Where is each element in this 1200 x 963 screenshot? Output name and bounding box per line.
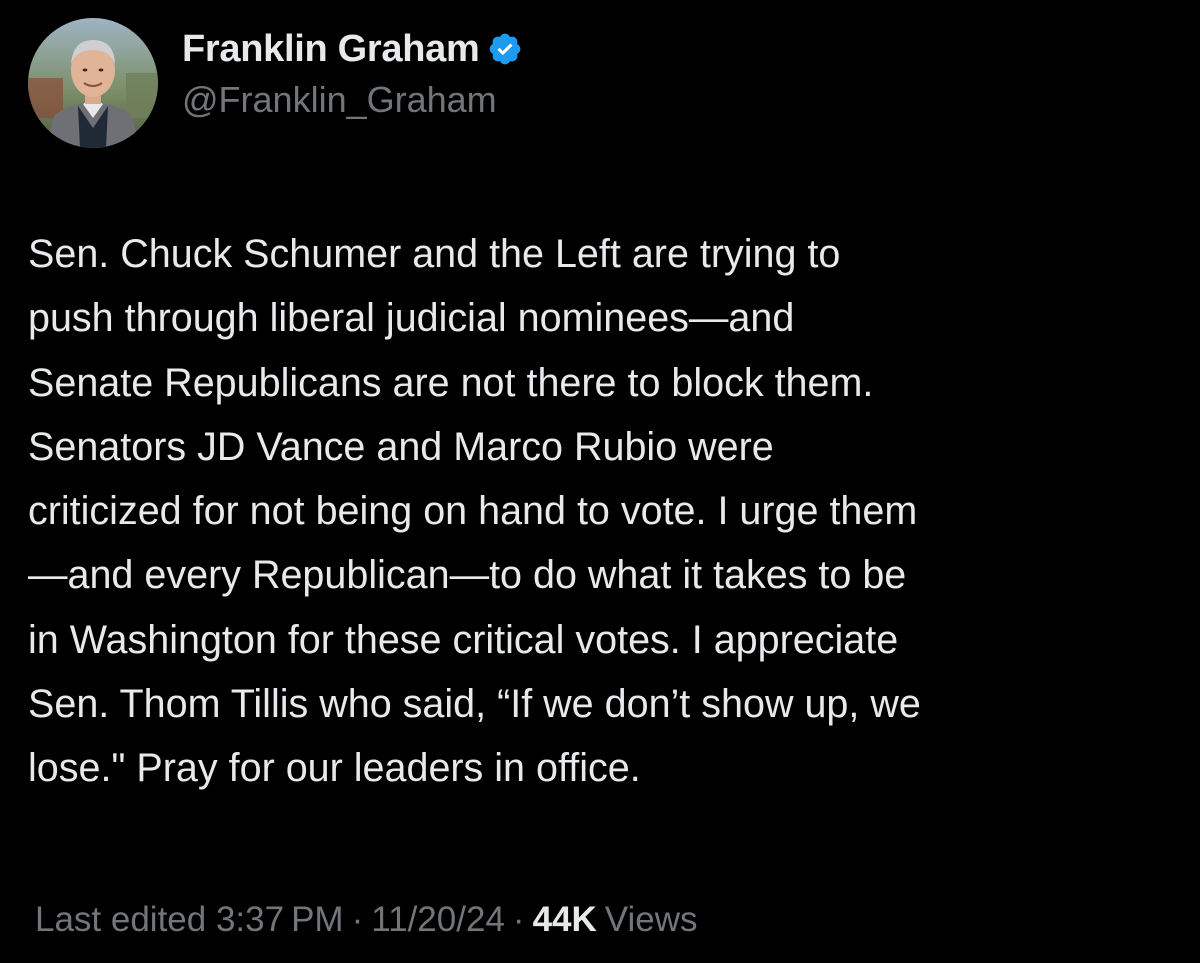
meta-separator: · xyxy=(351,900,364,939)
tweet-meta: Last edited 3:37 PM · 11/20/24 · 44K Vie… xyxy=(35,900,698,940)
views-label: Views xyxy=(604,900,698,939)
verified-badge-icon xyxy=(487,31,523,67)
tweet-text-line: push through liberal judicial nominees—a… xyxy=(28,296,795,341)
user-handle[interactable]: @Franklin_Graham xyxy=(182,79,523,121)
tweet-header: Franklin Graham @Franklin_Graham xyxy=(28,18,523,148)
avatar[interactable] xyxy=(28,18,158,148)
tweet-date[interactable]: 11/20/24 xyxy=(371,900,505,940)
tweet-text-line: Senate Republicans are not there to bloc… xyxy=(28,360,874,405)
author-identity: Franklin Graham @Franklin_Graham xyxy=(182,23,523,121)
tweet-text-line: Sen. Chuck Schumer and the Left are tryi… xyxy=(28,232,841,276)
tweet-text-line: Senators JD Vance and Marco Rubio were xyxy=(28,424,774,469)
meta-separator: · xyxy=(512,900,525,939)
views-count[interactable]: 44K xyxy=(533,900,597,940)
tweet: Franklin Graham @Franklin_Graham Sen. Ch… xyxy=(0,0,1200,963)
edited-timestamp[interactable]: Last edited 3:37 PM xyxy=(35,900,344,940)
tweet-text-line: lose." Pray for our leaders in office. xyxy=(28,746,641,791)
name-row: Franklin Graham xyxy=(182,23,523,75)
avatar-photo-icon xyxy=(28,18,158,148)
display-name[interactable]: Franklin Graham xyxy=(182,28,480,71)
tweet-text-line: criticized for not being on hand to vote… xyxy=(28,489,918,534)
tweet-text-line: Sen. Thom Tillis who said, “If we don’t … xyxy=(28,682,921,727)
tweet-text-line: in Washington for these critical votes. … xyxy=(28,617,899,662)
tweet-text-line: —and every Republican—to do what it take… xyxy=(28,553,907,598)
tweet-text: Sen. Chuck Schumer and the Left are tryi… xyxy=(28,222,1178,801)
